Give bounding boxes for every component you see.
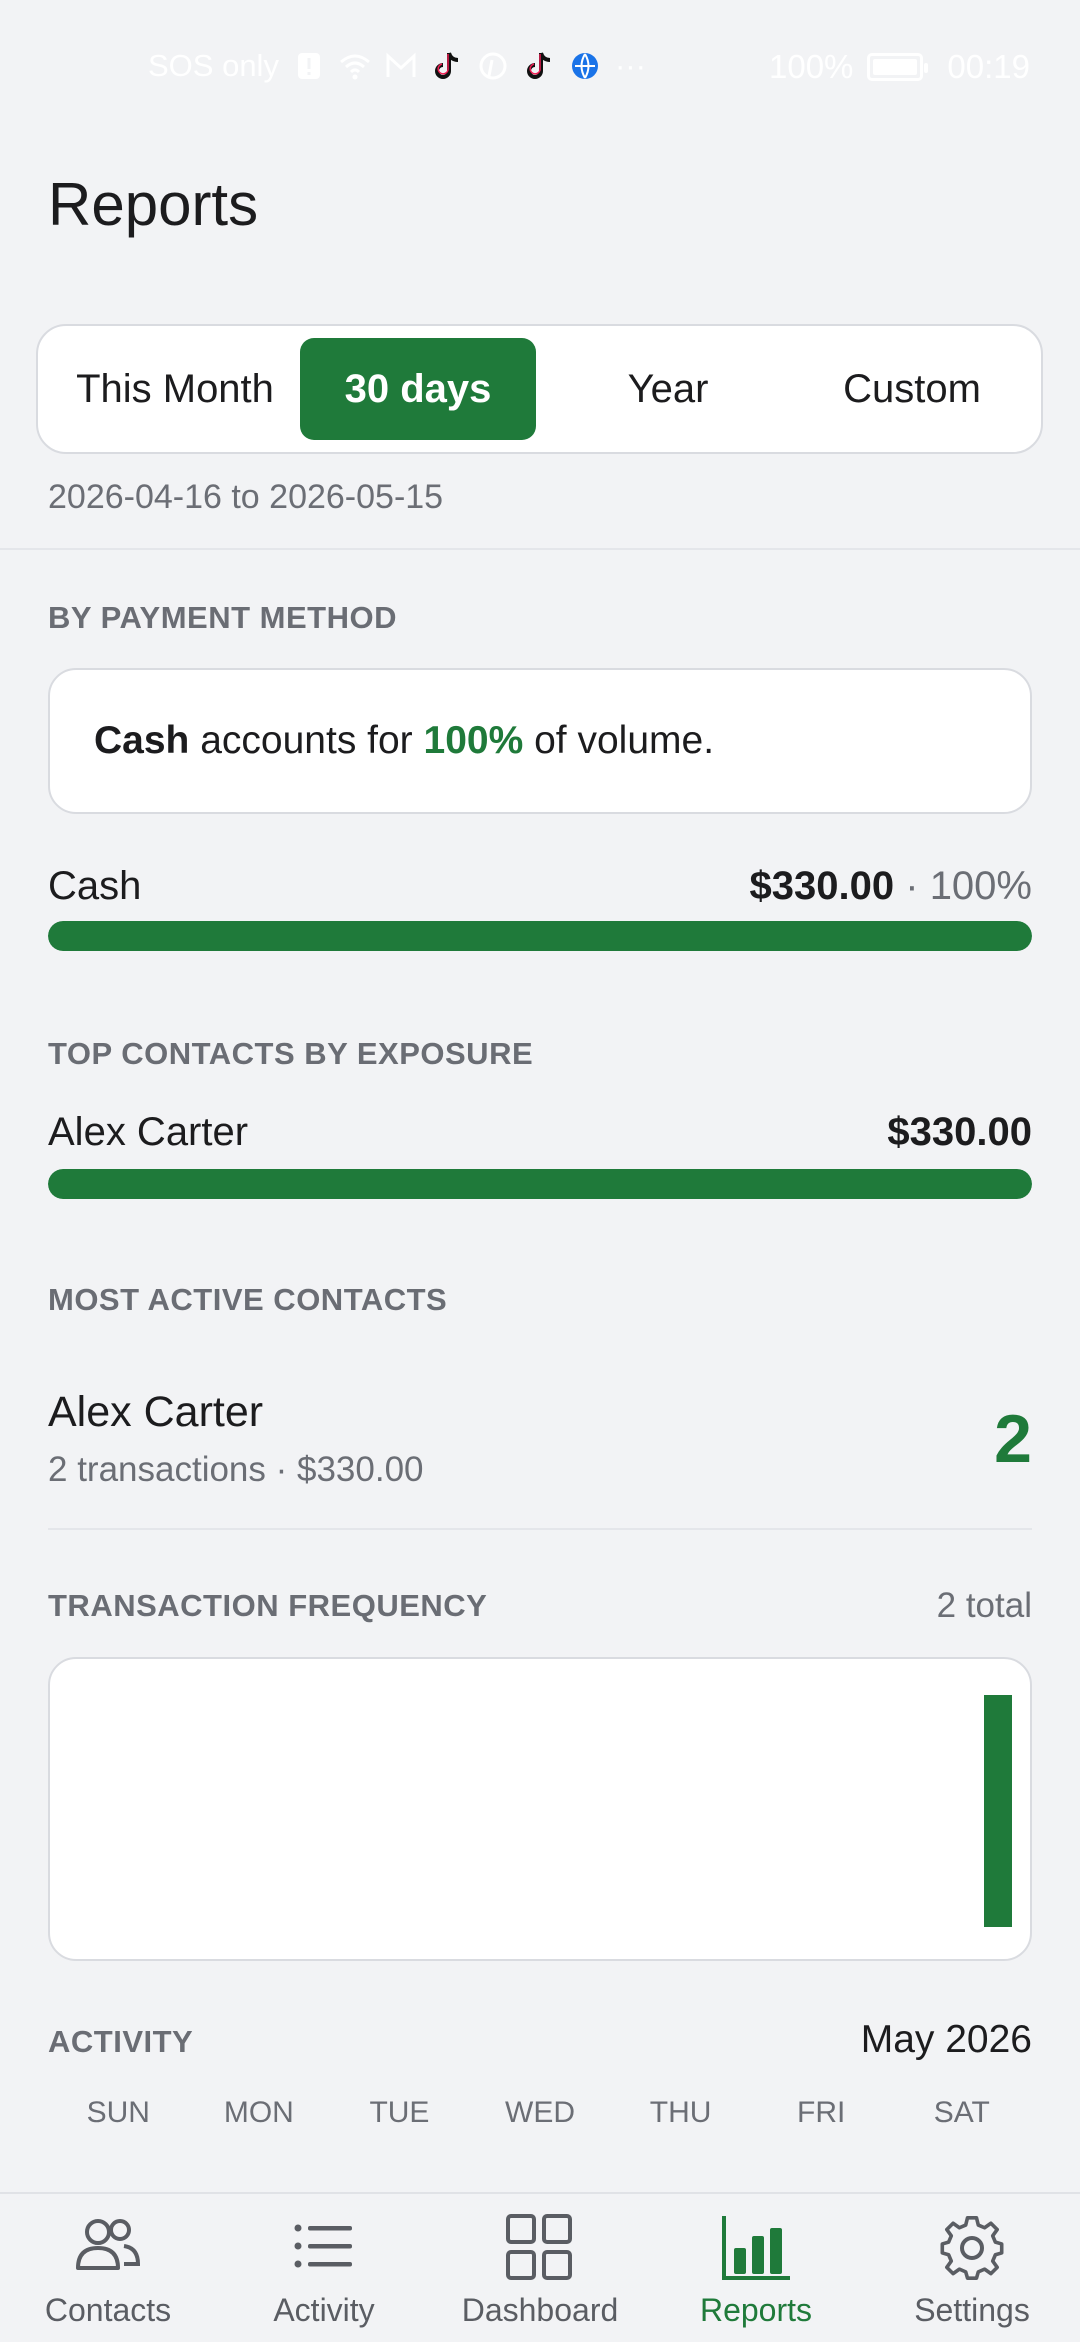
wifi-icon <box>339 54 370 80</box>
section-divider <box>0 548 1080 550</box>
carrier-label: SOS only <box>148 48 279 83</box>
nav-activity[interactable]: Activity <box>216 2194 432 2342</box>
frequency-chart <box>984 1695 1012 1927</box>
bottom-navigation: Contacts Activity Dashboard Reports Sett… <box>0 2192 1080 2340</box>
nav-label: Reports <box>699 2292 813 2328</box>
summary-text-end: of volume. <box>534 719 715 762</box>
summary-text: accounts for <box>200 719 413 762</box>
nav-reports[interactable]: Reports <box>648 2194 864 2342</box>
status-right: 100% 00:19 <box>769 48 1030 86</box>
contacts-icon <box>76 2219 141 2270</box>
exposure-amount: $330.00 <box>887 1110 1032 1155</box>
bar-chart-icon <box>722 2216 790 2280</box>
frequency-bar <box>984 1695 1012 1927</box>
mail-icon <box>386 52 416 77</box>
tiktok-icon <box>526 52 551 79</box>
list-divider <box>48 1528 1032 1530</box>
payment-progress-bar <box>48 921 1032 951</box>
gear-icon <box>940 2216 1004 2280</box>
payment-method-label: Cash <box>48 864 142 908</box>
nav-dashboard[interactable]: Dashboard <box>432 2194 648 2342</box>
exposure-contact-name[interactable]: Alex Carter <box>48 1110 248 1155</box>
nav-label: Dashboard <box>461 2292 619 2328</box>
browser-icon <box>571 53 598 79</box>
active-contact-name[interactable]: Alex Carter <box>48 1388 263 1437</box>
battery-percent: 100% <box>769 48 854 85</box>
status-bar: SOS only ··· 100% 00:19 <box>0 0 1080 130</box>
exposure-progress-track <box>48 1169 1032 1199</box>
summary-method: Cash <box>94 719 190 762</box>
range-selector: This Month 30 days Year Custom <box>36 324 1043 454</box>
exposure-heading: TOP CONTACTS BY EXPOSURE <box>48 1036 534 1071</box>
exposure-amount-value: $330.00 <box>887 1110 1032 1154</box>
status-left: SOS only ··· <box>148 48 646 84</box>
nav-label: Settings <box>914 2292 1030 2328</box>
payment-summary-card: Cash accounts for 100% of volume. <box>48 668 1032 814</box>
nav-contacts[interactable]: Contacts <box>0 2194 216 2342</box>
weekday-label: WED <box>505 2096 576 2129</box>
weekday-label: MON <box>223 2096 294 2129</box>
tab-year[interactable]: Year <box>550 338 786 440</box>
frequency-total: 2 total <box>936 1586 1032 1625</box>
list-icon <box>294 2224 352 2268</box>
active-contacts-heading: MOST ACTIVE CONTACTS <box>48 1282 448 1317</box>
exposure-progress-bar <box>48 1169 1032 1199</box>
frequency-heading: TRANSACTION FREQUENCY <box>48 1588 488 1623</box>
nav-label: Contacts <box>44 2292 172 2328</box>
page-title: Reports <box>48 171 259 238</box>
active-contact-subtitle: 2 transactions · $330.00 <box>48 1450 424 1489</box>
payment-amount: $330.00 <box>749 864 895 908</box>
nav-label: Activity <box>273 2292 375 2328</box>
nav-settings[interactable]: Settings <box>864 2194 1080 2342</box>
more-notifications-icon: ··· <box>614 48 646 83</box>
pinterest-icon <box>479 52 507 80</box>
weekday-label: THU <box>649 2096 712 2129</box>
date-range-label: 2026-04-16 to 2026-05-15 <box>48 478 444 516</box>
activity-month-label[interactable]: May 2026 <box>861 2018 1032 2062</box>
payment-method-heading: BY PAYMENT METHOD <box>48 600 397 635</box>
payment-progress-track <box>48 921 1032 951</box>
frequency-chart-card <box>48 1657 1032 1961</box>
weekday-label: SUN <box>86 2096 150 2129</box>
battery-icon <box>867 53 929 81</box>
tab-this-month[interactable]: This Month <box>50 338 300 440</box>
clock: 00:19 <box>947 48 1030 85</box>
tab-custom[interactable]: Custom <box>794 338 1030 440</box>
payment-method-value: $330.00 · 100% <box>750 864 1032 909</box>
tiktok-icon <box>434 52 459 79</box>
weekday-label: SAT <box>933 2096 990 2129</box>
weekday-header: SUN MON TUE WED THU FRI SAT <box>48 2096 1032 2136</box>
summary-percent: 100% <box>423 719 524 762</box>
alert-icon <box>297 53 320 79</box>
active-contact-count: 2 <box>994 1401 1032 1477</box>
grid-icon <box>506 2214 572 2280</box>
tab-30-days[interactable]: 30 days <box>300 338 536 440</box>
weekday-label: TUE <box>369 2096 430 2129</box>
payment-percent: 100% <box>929 864 1032 908</box>
value-separator: · <box>905 864 919 908</box>
activity-heading: ACTIVITY <box>48 2024 194 2059</box>
weekday-label: FRI <box>797 2096 846 2129</box>
